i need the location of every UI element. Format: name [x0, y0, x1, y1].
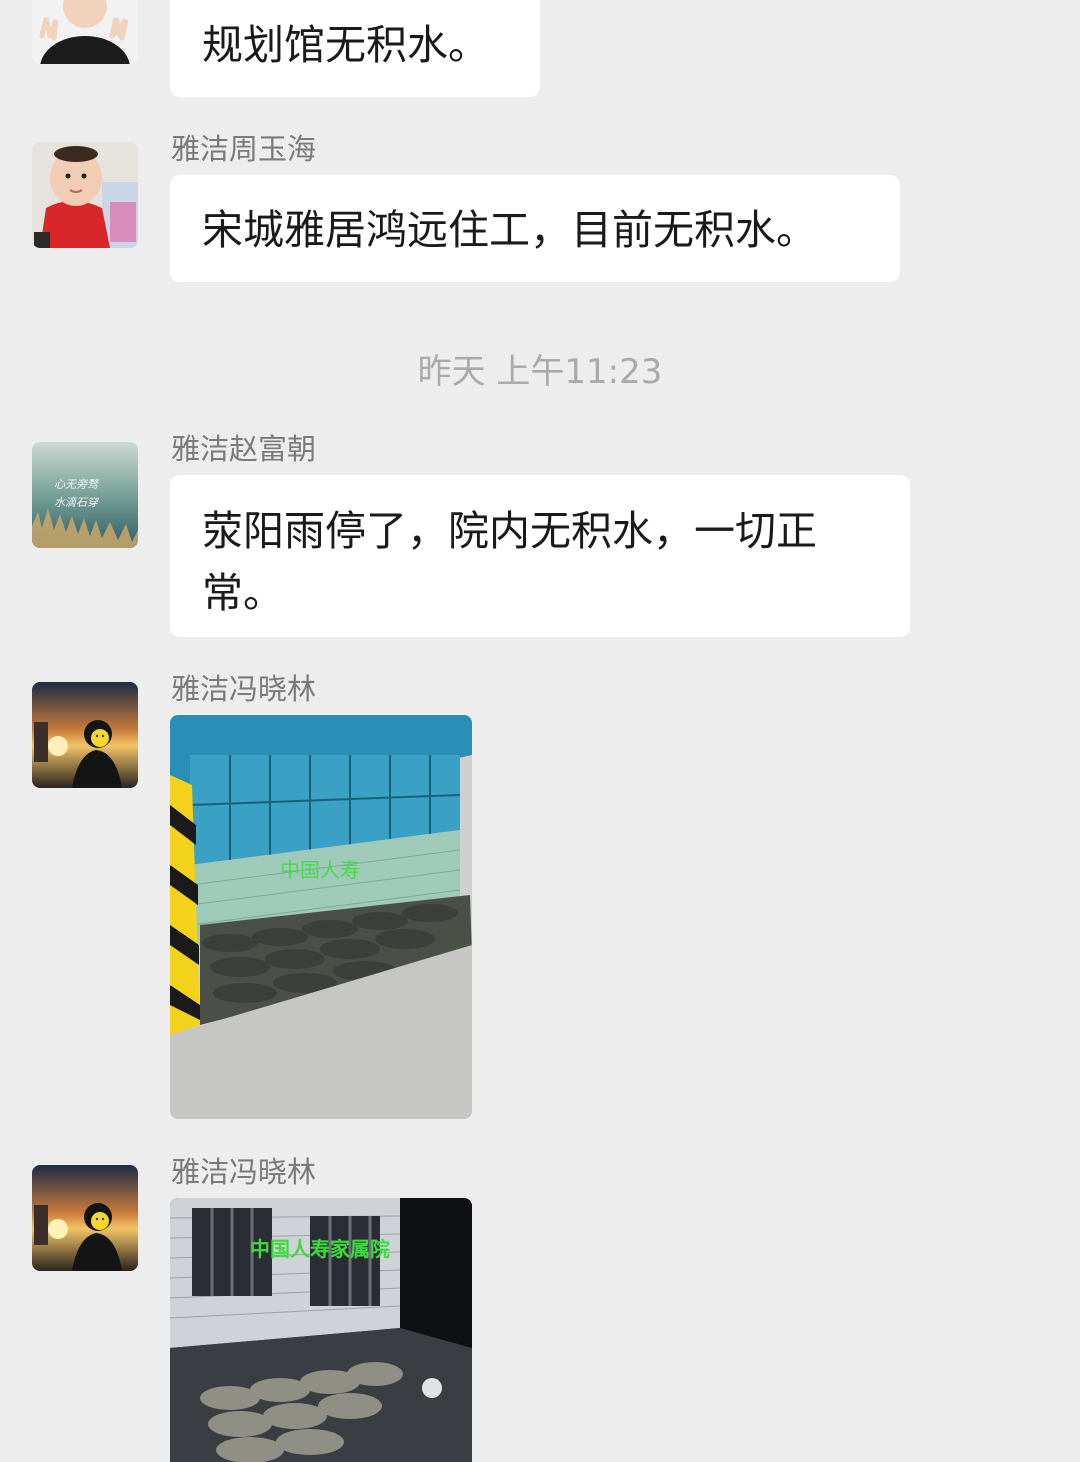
photo-watermark: 中国人寿家属院 [250, 1237, 390, 1261]
svg-text:水滴石穿: 水滴石穿 [54, 496, 100, 509]
avatar[interactable] [32, 682, 138, 788]
photo-sandbags-canopy-image: 中国人寿 [170, 715, 472, 1119]
image-message[interactable]: 中国人寿家属院 [170, 1198, 472, 1462]
message-bubble[interactable]: 规划馆无积水。 [170, 0, 540, 97]
sender-name: 雅洁赵富朝 [171, 432, 317, 466]
avatar[interactable] [32, 142, 138, 248]
message-text: 宋城雅居鸿远住工，目前无积水。 [202, 206, 817, 254]
avatar-sunset-silhouette-image [32, 682, 138, 788]
timestamp: 昨天 上午11:23 [417, 352, 663, 392]
avatar[interactable] [32, 1165, 138, 1271]
avatar-sea-calligraphy-image: 心无旁骛 水滴石穿 [32, 442, 138, 548]
svg-text:心无旁骛: 心无旁骛 [54, 478, 100, 491]
sender-name: 雅洁冯晓林 [171, 672, 317, 706]
avatar[interactable]: 心无旁骛 水滴石穿 [32, 442, 138, 548]
message-text-line: 常。 [202, 569, 284, 617]
message-bubble[interactable]: 荥阳雨停了，院内无积水，一切正 常。 [170, 475, 910, 637]
sender-name: 雅洁冯晓林 [171, 1155, 317, 1189]
sender-name: 雅洁周玉海 [171, 132, 317, 166]
avatar[interactable] [32, 0, 138, 64]
photo-watermark: 中国人寿 [280, 858, 360, 882]
avatar-baby-red-shirt-image [32, 142, 138, 248]
avatar-peace-sign-person-image [32, 0, 138, 64]
message-text-line: 荥阳雨停了，院内无积水，一切正 [202, 507, 817, 555]
image-message[interactable]: 中国人寿 [170, 715, 472, 1119]
message-text: 规划馆无积水。 [202, 21, 489, 69]
avatar-sunset-silhouette-image [32, 1165, 138, 1271]
message-bubble[interactable]: 宋城雅居鸿远住工，目前无积水。 [170, 175, 900, 282]
photo-sandbags-night-image: 中国人寿家属院 [170, 1198, 472, 1462]
